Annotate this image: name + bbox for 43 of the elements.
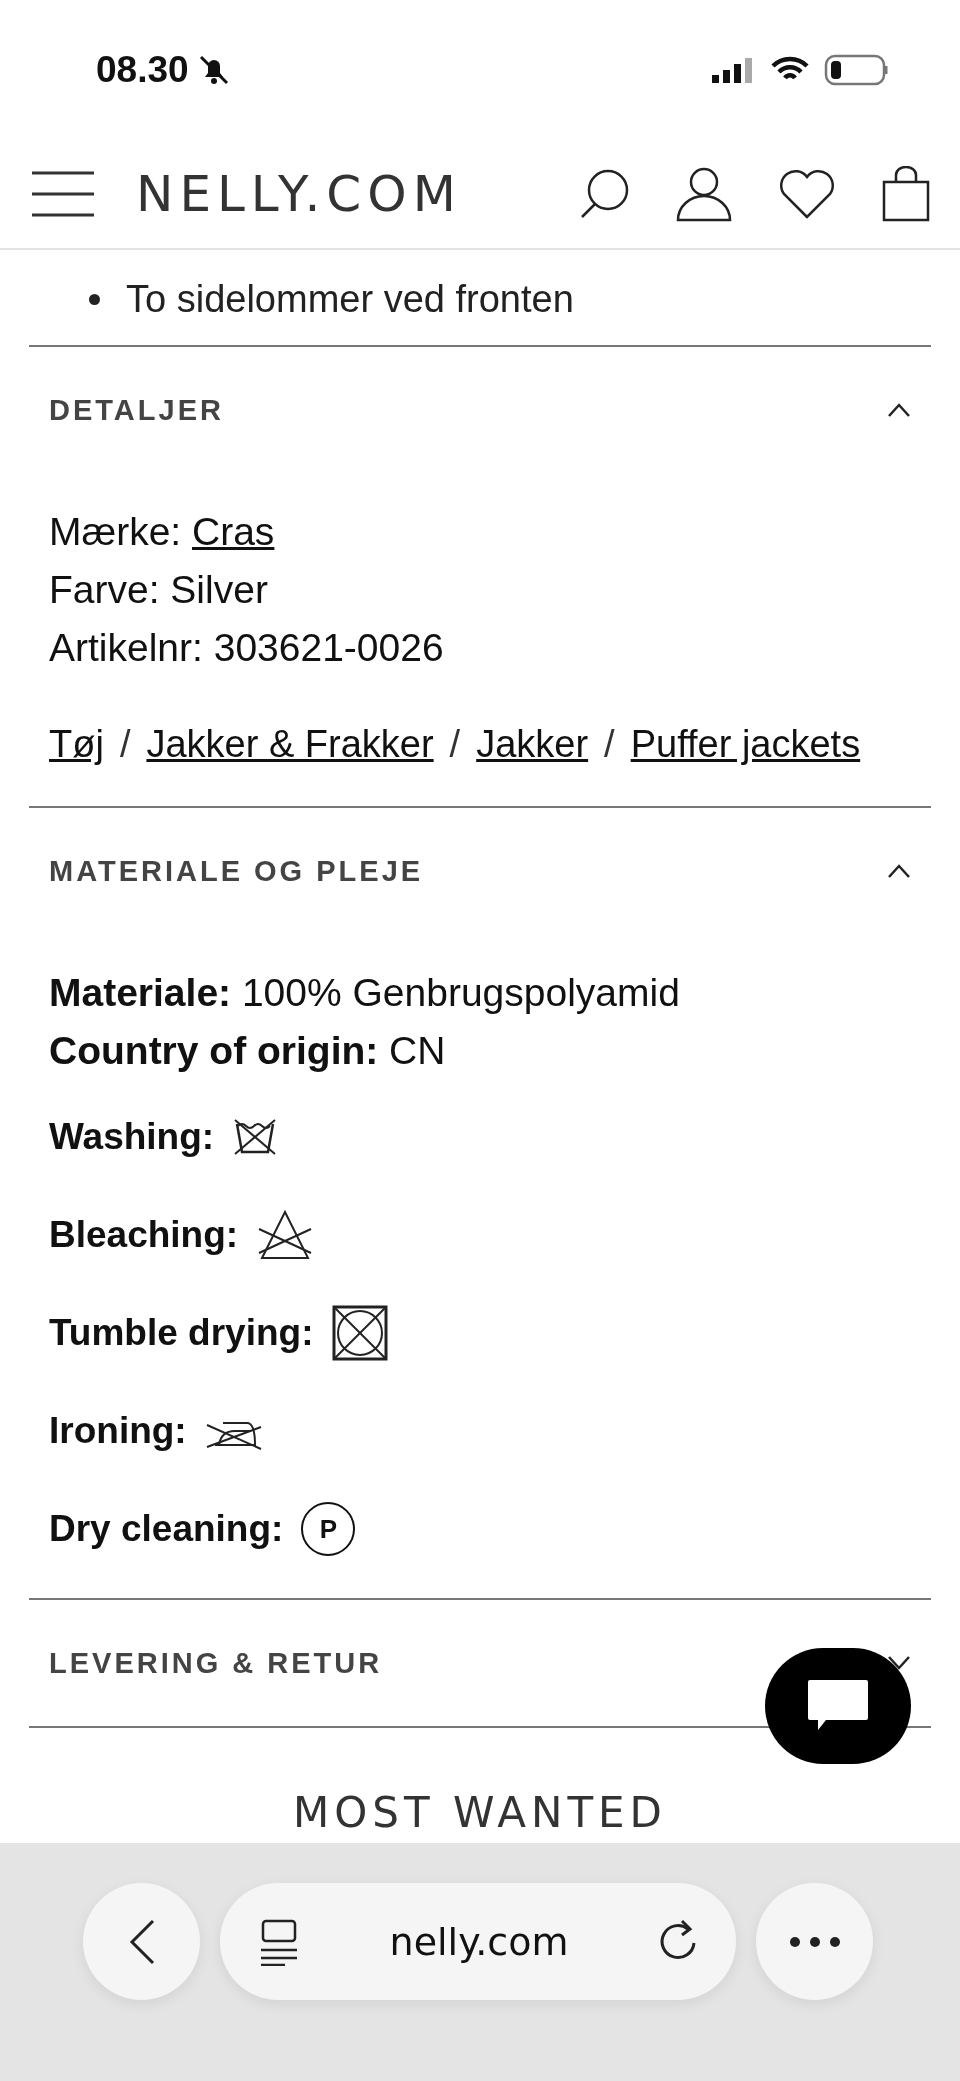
chevron-up-icon[interactable] [887, 402, 911, 418]
bullet-dot [89, 294, 100, 305]
material-line: Materiale: 100% Genbrugspolyamid [49, 970, 681, 1016]
care-label: Ironing: [49, 1410, 187, 1452]
section-title: MATERIALE OG PLEJE [49, 854, 424, 888]
detail-line: Artikelnr: 303621-0026 [49, 625, 445, 671]
clock-time: 08.30 [96, 49, 189, 91]
section-header[interactable]: MATERIALE OG PLEJE [29, 808, 931, 934]
detail-line: Farve: Silver [49, 567, 269, 613]
section-header[interactable]: LEVERING & RETUR [29, 1600, 931, 1726]
breadcrumb-separator: / [449, 723, 461, 766]
breadcrumb-link[interactable]: Tøj [49, 723, 104, 766]
chevron-up-icon[interactable] [887, 863, 911, 879]
address-bar[interactable]: nelly.com [220, 1883, 736, 2000]
tumble-dry-crossed-icon [331, 1304, 390, 1362]
site-logo[interactable]: NELLY.COM [136, 165, 578, 223]
section-heading: MOST WANTED [293, 1787, 667, 1837]
detail-line: Mærke: Cras [49, 509, 276, 555]
section-title: LEVERING & RETUR [49, 1646, 383, 1680]
url-text: nelly.com [389, 1919, 569, 1964]
heart-icon[interactable] [778, 168, 836, 220]
section-header[interactable]: DETALJER [29, 347, 931, 473]
care-label: Tumble drying: [49, 1312, 314, 1354]
care-label: Bleaching: [49, 1214, 239, 1256]
breadcrumb-separator: / [119, 723, 131, 766]
tabs-icon[interactable] [258, 1917, 300, 1966]
shopping-bag-icon[interactable] [882, 166, 930, 222]
battery-icon [824, 54, 890, 86]
breadcrumb-link[interactable]: Puffer jackets [630, 723, 861, 766]
bullet-text: To sidelommer ved fronten [126, 278, 574, 321]
more-dots-icon [788, 1935, 841, 1948]
breadcrumb-separator: / [604, 723, 615, 766]
breadcrumb-link[interactable]: Jakker & Frakker [146, 723, 434, 766]
breadcrumb-link[interactable]: Jakker [476, 723, 589, 766]
menu-icon[interactable] [30, 169, 96, 219]
dry-clean-circle-icon: P [301, 1502, 356, 1556]
chevron-down-icon[interactable] [887, 1655, 911, 1671]
care-label: Dry cleaning: [49, 1508, 284, 1550]
section-title: DETALJER [49, 393, 224, 427]
material-line: Country of origin: CN [49, 1028, 447, 1074]
brand-link[interactable]: Cras [192, 510, 275, 553]
account-icon[interactable] [676, 166, 732, 222]
care-label: Washing: [49, 1116, 215, 1158]
